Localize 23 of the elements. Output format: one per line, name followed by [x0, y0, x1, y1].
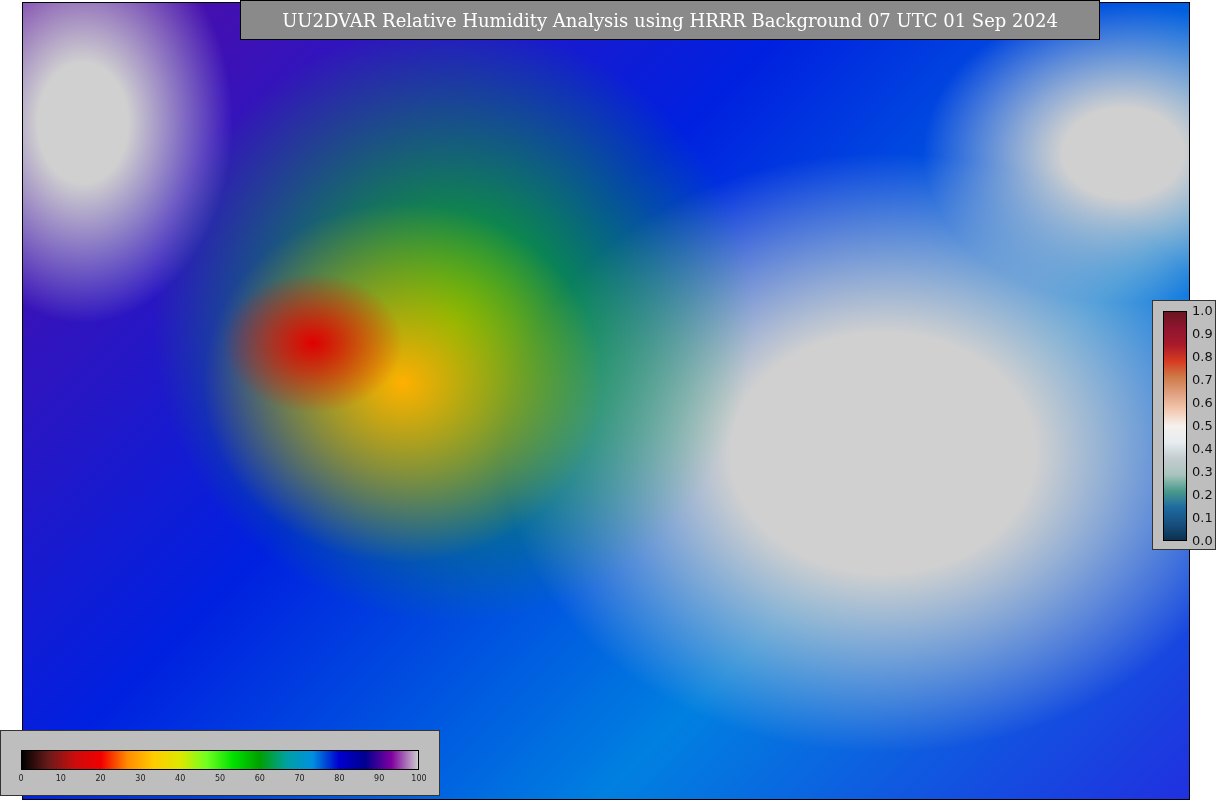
colorbar-tick-label: 0.6 [1192, 396, 1213, 410]
colorbar-tick-label: 0.4 [1192, 442, 1213, 456]
colorbar-tick-label: 80 [334, 774, 345, 783]
colorbar-tick-label: 30 [135, 774, 146, 783]
colorbar-tick-label: 50 [214, 774, 226, 783]
colorbar-tick-label: 70 [294, 774, 305, 783]
map-title: UU2DVAR Relative Humidity Analysis using HRRR Background 07 UTC 01 Sep 2024 [240, 0, 1100, 40]
colorbar-tick-label: 60 [254, 774, 265, 783]
colorbar-tick-label: 0.1 [1192, 511, 1213, 525]
colorbar-tick-label: 0.2 [1192, 488, 1213, 502]
colorbar-tick-label: 0.5 [1192, 419, 1213, 433]
colorbar-tick-label: 0 [18, 774, 24, 783]
colorbar-tick-label: 20 [95, 774, 106, 783]
colorbar-tick-label: 100 [411, 774, 427, 783]
colorbar-tick-label: 0.3 [1192, 465, 1213, 479]
colorbar-tick-label: 10 [55, 774, 66, 783]
colorbar-tick-label: 90 [374, 774, 385, 783]
colorbar-tick-label: 1.0 [1192, 304, 1213, 318]
colorbar-tick-label: 0.7 [1192, 373, 1213, 387]
colorbar-tick-label: 0.9 [1192, 327, 1213, 341]
colorbar-tick-label: 0.0 [1192, 534, 1213, 548]
colorbar-tick-label: 0.8 [1192, 350, 1213, 364]
colorbar-tick-label: 40 [175, 774, 186, 783]
